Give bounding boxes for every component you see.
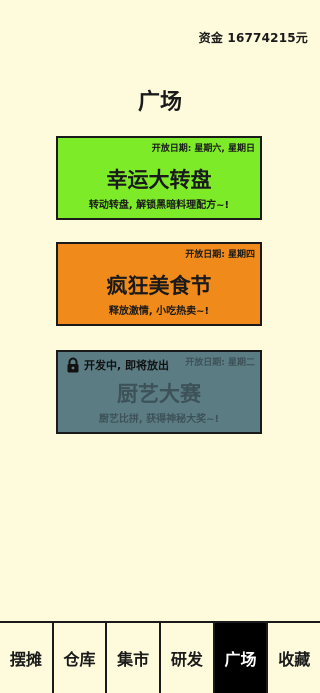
- funds-display: 资金 16774215元: [198, 31, 308, 45]
- locked-banner: 开发中, 即将放出: [65, 357, 169, 373]
- event-schedule: 开放日期: 星期六, 星期日: [151, 144, 255, 154]
- event-card-food-festival[interactable]: 开放日期: 星期四 疯狂美食节 释放激情, 小吃热卖~!: [56, 242, 262, 326]
- event-title: 幸运大转盘: [106, 168, 212, 192]
- event-description: 厨艺比拼, 获得神秘大奖~!: [98, 414, 220, 425]
- event-card-cooking-contest: 开放日期: 星期二 厨艺大赛 厨艺比拼, 获得神秘大奖~! 开发中, 即将放出: [56, 350, 262, 434]
- event-description: 释放激情, 小吃热卖~!: [108, 306, 210, 317]
- lock-icon: [65, 357, 81, 373]
- event-title: 厨艺大赛: [117, 382, 201, 406]
- tab-market[interactable]: 集市: [107, 623, 162, 693]
- tab-warehouse[interactable]: 仓库: [53, 623, 108, 693]
- page-title: 广场: [137, 90, 182, 115]
- event-description: 转动转盘, 解锁黑暗料理配方~!: [88, 200, 230, 211]
- locked-label: 开发中, 即将放出: [84, 359, 170, 372]
- tab-stall[interactable]: 摆摊: [0, 623, 54, 693]
- event-schedule: 开放日期: 星期四: [185, 250, 255, 260]
- event-card-lucky-wheel[interactable]: 开放日期: 星期六, 星期日 幸运大转盘 转动转盘, 解锁黑暗料理配方~!: [56, 136, 262, 220]
- event-title: 疯狂美食节: [106, 274, 212, 298]
- tab-plaza[interactable]: 广场: [214, 623, 269, 693]
- bottom-tab-bar: 摆摊 仓库 集市 研发 广场 收藏: [0, 621, 320, 693]
- tab-collection[interactable]: 收藏: [268, 623, 320, 693]
- tab-research[interactable]: 研发: [161, 623, 215, 693]
- event-schedule: 开放日期: 星期二: [185, 358, 255, 368]
